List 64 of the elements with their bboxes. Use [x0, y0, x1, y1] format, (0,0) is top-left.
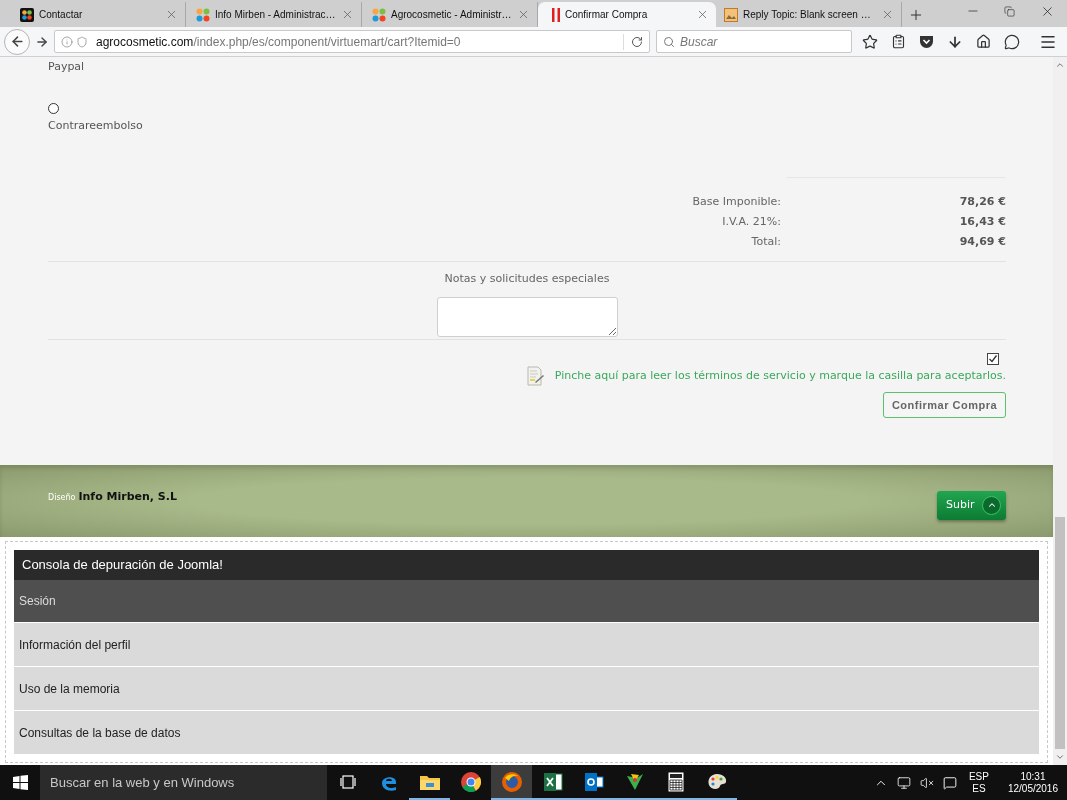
reading-list-icon[interactable]: [891, 34, 906, 49]
debug-section-row[interactable]: Información del perfil: [14, 623, 1039, 666]
folder-icon: [419, 773, 440, 790]
muted-speaker-icon[interactable]: [919, 775, 934, 790]
joomla-logo-icon: [196, 7, 210, 22]
close-tab-icon[interactable]: [165, 8, 178, 21]
windows-logo-icon: [12, 775, 28, 790]
chat-bubble-icon[interactable]: [1004, 33, 1020, 50]
network-icon[interactable]: [896, 775, 911, 790]
calculator-icon: [667, 771, 684, 792]
search-field[interactable]: Buscar: [656, 30, 852, 53]
url-text: agrocosmetic.com/index.php/es/component/virtuemart/cart?Itemid=0: [96, 33, 461, 51]
debug-console-title: Consola de depuración de Joomla!: [14, 550, 1039, 580]
scrollbar-thumb[interactable]: [1055, 517, 1065, 749]
scrollbar[interactable]: [1053, 57, 1067, 765]
document-pencil-icon: [526, 366, 545, 386]
mail-app-icon: [583, 771, 604, 792]
radio-button[interactable]: [48, 103, 59, 114]
chrome-logo-icon: [460, 771, 481, 792]
close-tab-icon[interactable]: [696, 8, 709, 21]
terms-checkbox[interactable]: [987, 353, 999, 365]
debug-section-row[interactable]: Consultas de la base de datos: [14, 711, 1039, 754]
palette-icon: [706, 772, 727, 791]
forward-arrow-icon: [35, 34, 49, 49]
close-tab-icon[interactable]: [517, 8, 530, 21]
payment-option-label: Paypal: [48, 59, 85, 75]
total-value: 94,69 €: [959, 233, 1006, 250]
debug-section-row[interactable]: Uso de la memoria: [14, 667, 1039, 710]
vertical-bars-icon: [552, 7, 560, 22]
language-indicator[interactable]: ESP ES: [968, 770, 989, 795]
total-label: Base Imponible:: [692, 193, 781, 210]
reload-icon[interactable]: [631, 35, 643, 48]
notifications-icon[interactable]: [942, 775, 957, 790]
picture-icon: [724, 7, 738, 22]
payment-option-label: Contrareembolso: [48, 118, 143, 134]
address-bar[interactable]: agrocosmetic.com/index.php/es/component/virtuemart/cart?Itemid=0: [54, 30, 650, 53]
close-tab-icon[interactable]: [881, 8, 894, 21]
confirm-purchase-button[interactable]: Confirmar Compra: [883, 392, 1006, 418]
clock[interactable]: 10:31 12/05/2016: [1007, 770, 1058, 795]
scroll-up-button[interactable]: Subir: [937, 490, 1006, 520]
design-label: Diseño: [48, 491, 76, 504]
bookmark-star-icon[interactable]: [862, 33, 878, 50]
firefox-logo-icon: [501, 771, 522, 792]
joomla-logo-icon: [372, 7, 386, 22]
search-icon: [663, 35, 675, 48]
pocket-icon[interactable]: [919, 34, 934, 49]
colorful-app-icon: [624, 771, 645, 792]
spreadsheet-icon: [542, 771, 563, 792]
task-view-icon: [339, 774, 356, 789]
total-value: 78,26 €: [959, 193, 1006, 210]
joomla-logo-icon: [20, 7, 34, 22]
restore-icon: [1003, 5, 1015, 17]
home-icon[interactable]: [976, 34, 991, 49]
total-value: 16,43 €: [959, 213, 1006, 230]
total-label: Total:: [751, 233, 781, 250]
browser-tab[interactable]: Confirmar Compra: [538, 2, 716, 27]
total-label: I.V.A. 21%:: [722, 213, 781, 230]
debug-section-row[interactable]: Sesión: [14, 580, 1039, 622]
close-tab-icon[interactable]: [341, 8, 354, 21]
up-chevron-icon: [982, 495, 1001, 515]
notes-label: Notas y solicitudes especiales: [444, 272, 610, 286]
back-button[interactable]: [4, 28, 30, 55]
taskbar-search-field[interactable]: Buscar en la web y en Windows: [40, 765, 327, 800]
design-company: Info Mirben, S.L: [78, 488, 177, 505]
